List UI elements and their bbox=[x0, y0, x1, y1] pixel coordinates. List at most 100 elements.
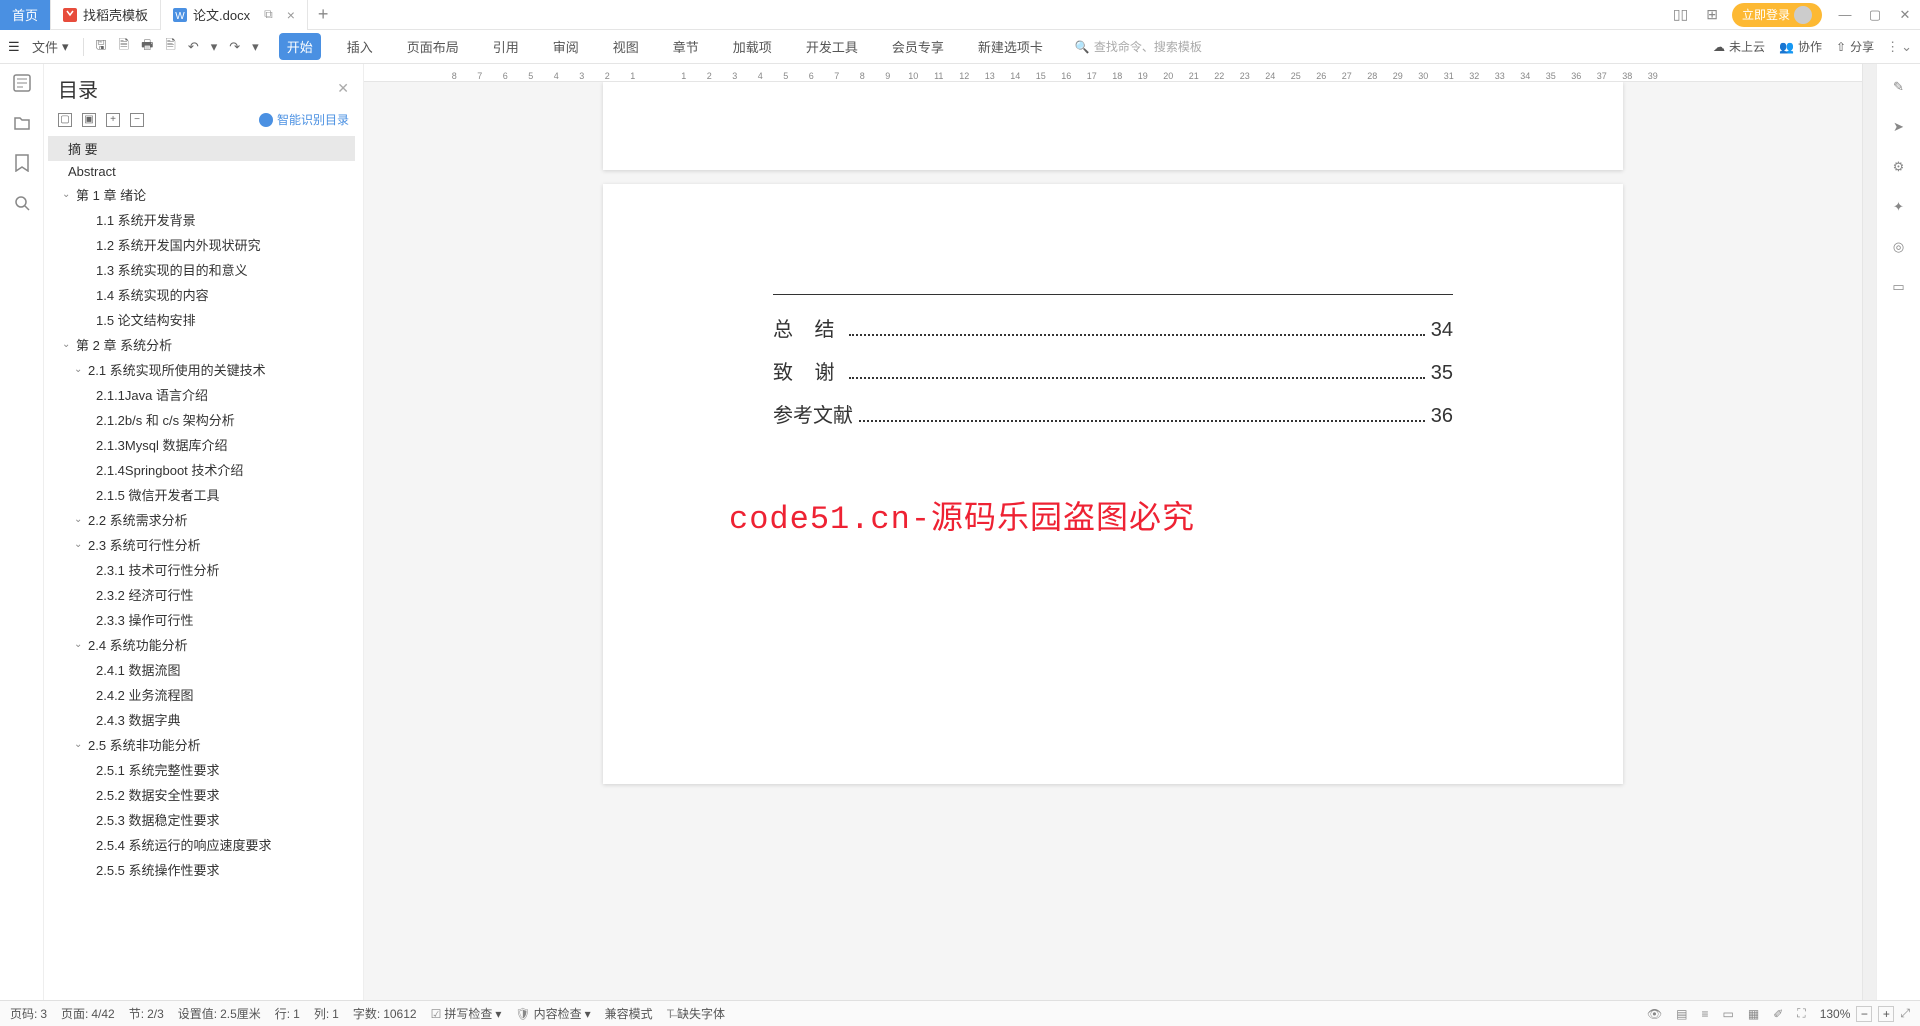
search-rail-icon[interactable] bbox=[13, 194, 31, 212]
outline-item[interactable]: 2.5.4 系统运行的响应速度要求 bbox=[48, 832, 355, 857]
chevron-down-icon[interactable]: ⌄ bbox=[74, 514, 84, 525]
edit-rail-icon[interactable]: ✎ bbox=[1890, 78, 1908, 96]
print-icon[interactable]: 🖶 bbox=[137, 36, 157, 58]
undo-dropdown-icon[interactable]: ▾ bbox=[207, 39, 222, 55]
maximize-button[interactable]: ▢ bbox=[1860, 0, 1890, 30]
ribbon-tab-8[interactable]: 开发工具 bbox=[798, 33, 866, 60]
sb-missing-font[interactable]: T̶缺失字体 bbox=[667, 1005, 725, 1022]
save-as-icon[interactable]: 🗎 bbox=[115, 36, 133, 58]
outline-item[interactable]: 2.4.3 数据字典 bbox=[48, 707, 355, 732]
tab-document[interactable]: W 论文.docx ⧉ × bbox=[161, 0, 308, 30]
outline-close-icon[interactable]: ✕ bbox=[337, 80, 349, 97]
outline-item[interactable]: ⌄2.5 系统非功能分析 bbox=[48, 732, 355, 757]
outline-item[interactable]: 2.5.2 数据安全性要求 bbox=[48, 782, 355, 807]
smart-outline-link[interactable]: 智能识别目录 bbox=[259, 111, 349, 128]
outline-item[interactable]: ⌄第 2 章 系统分析 bbox=[48, 332, 355, 357]
outline-item[interactable]: 2.1.1Java 语言介绍 bbox=[48, 382, 355, 407]
ribbon-tab-6[interactable]: 章节 bbox=[665, 33, 707, 60]
undo-icon[interactable]: ↶ bbox=[184, 39, 203, 55]
zoom-out-button[interactable]: − bbox=[1856, 1006, 1872, 1022]
outline-item[interactable]: 2.5.5 系统操作性要求 bbox=[48, 857, 355, 882]
outline-item[interactable]: 2.1.4Springboot 技术介绍 bbox=[48, 457, 355, 482]
cloud-status[interactable]: ☁未上云 bbox=[1713, 38, 1765, 55]
outline-item[interactable]: 2.4.1 数据流图 bbox=[48, 657, 355, 682]
ribbon-tab-1[interactable]: 插入 bbox=[339, 33, 381, 60]
outline-item[interactable]: ⌄第 1 章 绪论 bbox=[48, 182, 355, 207]
popout-icon[interactable]: ⧉ bbox=[264, 7, 273, 22]
chevron-down-icon[interactable]: ⌄ bbox=[62, 189, 72, 200]
sb-pages[interactable]: 页面: 4/42 bbox=[61, 1005, 115, 1022]
sb-view-outline-icon[interactable]: ≡ bbox=[1702, 1007, 1709, 1021]
sb-fit-icon[interactable]: ⛶ bbox=[1797, 1006, 1805, 1021]
outline-item[interactable]: 2.3.1 技术可行性分析 bbox=[48, 557, 355, 582]
outline-item[interactable]: 1.1 系统开发背景 bbox=[48, 207, 355, 232]
outline-item[interactable]: ⌄2.2 系统需求分析 bbox=[48, 507, 355, 532]
sb-eye-icon[interactable]: 👁 bbox=[1647, 1007, 1662, 1021]
ribbon-tab-5[interactable]: 视图 bbox=[605, 33, 647, 60]
outline-item[interactable]: ⌄2.4 系统功能分析 bbox=[48, 632, 355, 657]
settings-rail-icon[interactable]: ⚙ bbox=[1890, 158, 1908, 176]
page-current[interactable]: 总 结34致 谢35参考文献36 code51.cn-源码乐园盗图必究 bbox=[603, 184, 1623, 784]
close-window-button[interactable]: ✕ bbox=[1890, 0, 1920, 30]
outline-tool-1[interactable]: ▢ bbox=[58, 113, 72, 127]
sb-view-read-icon[interactable]: ▭ bbox=[1723, 1007, 1734, 1021]
login-button[interactable]: 立即登录 bbox=[1732, 3, 1822, 27]
ribbon-tab-2[interactable]: 页面布局 bbox=[399, 33, 467, 60]
outline-rail-icon[interactable] bbox=[13, 74, 31, 92]
cursor-rail-icon[interactable]: ➤ bbox=[1890, 118, 1908, 136]
ribbon-tab-0[interactable]: 开始 bbox=[279, 33, 321, 60]
print-preview-icon[interactable]: 🖹 bbox=[161, 36, 179, 58]
outline-item[interactable]: 2.1.2b/s 和 c/s 架构分析 bbox=[48, 407, 355, 432]
outline-item[interactable]: 2.4.2 业务流程图 bbox=[48, 682, 355, 707]
outline-item[interactable]: 1.2 系统开发国内外现状研究 bbox=[48, 232, 355, 257]
outline-item[interactable]: ⌄2.3 系统可行性分析 bbox=[48, 532, 355, 557]
sb-compat[interactable]: 兼容模式 bbox=[605, 1005, 653, 1022]
chevron-down-icon[interactable]: ⌄ bbox=[62, 339, 72, 350]
zoom-value[interactable]: 130% bbox=[1820, 1007, 1851, 1021]
document-scroll[interactable]: 总 结34致 谢35参考文献36 code51.cn-源码乐园盗图必究 bbox=[364, 82, 1862, 1000]
outline-tool-2[interactable]: ▣ bbox=[82, 113, 96, 127]
ribbon-tab-7[interactable]: 加载项 bbox=[725, 33, 780, 60]
outline-item[interactable]: 1.3 系统实现的目的和意义 bbox=[48, 257, 355, 282]
file-menu[interactable]: 文件 ▾ bbox=[26, 37, 75, 56]
outline-item[interactable]: 1.5 论文结构安排 bbox=[48, 307, 355, 332]
chevron-down-icon[interactable]: ⌄ bbox=[74, 364, 84, 375]
ribbon-tab-3[interactable]: 引用 bbox=[485, 33, 527, 60]
tab-home[interactable]: 首页 bbox=[0, 0, 51, 30]
minimize-button[interactable]: — bbox=[1830, 0, 1860, 30]
outline-item[interactable]: 2.3.2 经济可行性 bbox=[48, 582, 355, 607]
outline-tool-expand[interactable]: + bbox=[106, 113, 120, 127]
sb-words[interactable]: 字数: 10612 bbox=[353, 1005, 417, 1022]
folder-rail-icon[interactable] bbox=[13, 114, 31, 132]
ribbon-tab-9[interactable]: 会员专享 bbox=[884, 33, 952, 60]
tab-templates[interactable]: 找稻壳模板 bbox=[51, 0, 161, 30]
close-tab-icon[interactable]: × bbox=[287, 7, 295, 23]
outline-item[interactable]: 1.4 系统实现的内容 bbox=[48, 282, 355, 307]
sb-contentcheck[interactable]: 🛡内容检查 ▾ bbox=[515, 1005, 590, 1022]
share-button[interactable]: ⇧分享 bbox=[1836, 38, 1874, 55]
chevron-down-icon[interactable]: ⌄ bbox=[74, 639, 84, 650]
redo-icon[interactable]: ↷ bbox=[225, 39, 244, 55]
outline-tool-collapse[interactable]: − bbox=[130, 113, 144, 127]
chevron-down-icon[interactable]: ⌄ bbox=[74, 539, 84, 550]
sb-row[interactable]: 行: 1 bbox=[275, 1005, 300, 1022]
new-tab-button[interactable]: + bbox=[308, 4, 339, 25]
collab-button[interactable]: 👥协作 bbox=[1779, 38, 1822, 55]
command-search[interactable]: 🔍 查找命令、搜索模板 bbox=[1075, 38, 1202, 55]
sb-col[interactable]: 列: 1 bbox=[314, 1005, 339, 1022]
outline-item[interactable]: 2.1.5 微信开发者工具 bbox=[48, 482, 355, 507]
bookmark-rail-icon[interactable] bbox=[15, 154, 29, 172]
outline-item[interactable]: 2.5.1 系统完整性要求 bbox=[48, 757, 355, 782]
chevron-down-icon[interactable]: ⌄ bbox=[74, 739, 84, 750]
zoom-in-button[interactable]: + bbox=[1878, 1006, 1894, 1022]
ribbon-tab-4[interactable]: 审阅 bbox=[545, 33, 587, 60]
help-rail-icon[interactable]: ◎ bbox=[1890, 238, 1908, 256]
sb-view-web-icon[interactable]: ▦ bbox=[1748, 1007, 1759, 1021]
quickaccess-more-icon[interactable]: ▾ bbox=[248, 39, 263, 55]
outline-item[interactable]: 2.3.3 操作可行性 bbox=[48, 607, 355, 632]
outline-item[interactable]: 2.5.3 数据稳定性要求 bbox=[48, 807, 355, 832]
sb-setval[interactable]: 设置值: 2.5厘米 bbox=[178, 1005, 261, 1022]
ribbon-tab-10[interactable]: 新建选项卡 bbox=[970, 33, 1051, 60]
sb-spellcheck[interactable]: ☑拼写检查 ▾ bbox=[431, 1005, 502, 1022]
apps-icon[interactable]: ⊞ bbox=[1702, 4, 1722, 25]
